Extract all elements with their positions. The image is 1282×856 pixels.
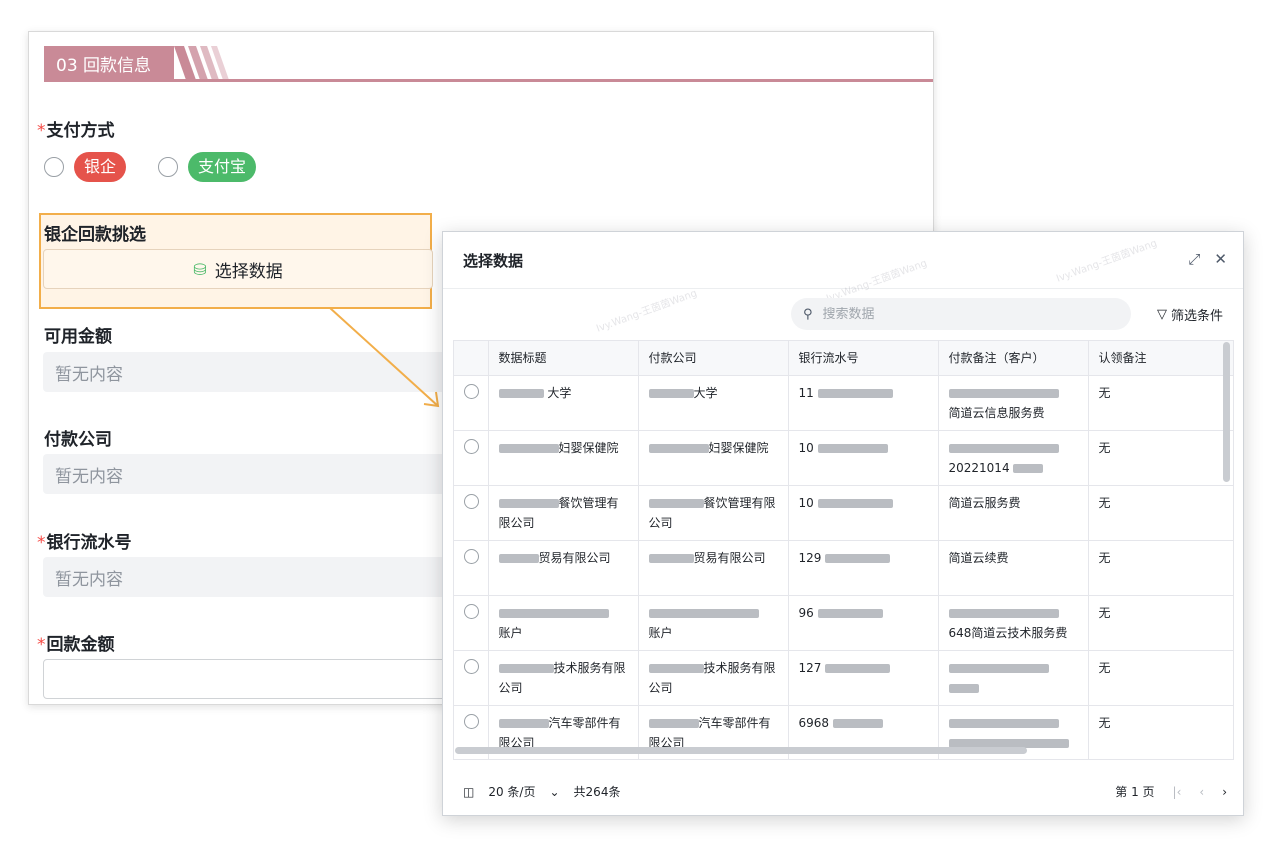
dialog-title: 选择数据 [463,252,524,270]
next-page-icon[interactable]: › [1222,785,1227,799]
cell-title: 妇婴保健院 [488,430,639,486]
cell-company: 妇婴保健院 [638,430,789,486]
cell-remark: 648简道云技术服务费 [938,595,1089,651]
radio-button[interactable] [44,157,64,177]
cell-claim: 无 [1088,430,1233,486]
chevron-down-icon[interactable]: ⌄ [549,785,559,799]
row-radio[interactable] [464,658,479,674]
payer-company-label: 付款公司 [44,430,112,450]
payment-option-bank[interactable]: 银企 [44,152,127,182]
payment-option-alipay[interactable]: 支付宝 [158,152,257,182]
select-data-dialog: 选择数据 ⤢ ✕ Ivy.Wang-王茵茵Wang Ivy.Wang-王茵茵Wa… [442,231,1244,816]
section-divider [44,79,933,82]
cell-title: 技术服务有限公司 [488,650,639,706]
search-icon: ⚲ [803,306,813,322]
bank-pick-label: 银企回款挑选 [44,225,146,245]
header-claim: 认领备注 [1088,341,1233,376]
payment-method-label: *支付方式 [37,121,115,141]
table-row[interactable]: 大学 大学 11 简道云信息服务费 无 [454,375,1233,431]
total-count: 共264条 [573,785,621,799]
current-page: 第 1 页 [1115,785,1155,799]
section-header: 03 回款信息 [44,46,933,84]
payment-pill-alipay: 支付宝 [188,152,257,182]
available-amount-field: 暂无内容 [43,352,463,392]
payment-pill-bank: 银企 [74,152,127,182]
cell-claim: 无 [1088,540,1233,596]
section-stripes [174,46,229,80]
cell-title: 贸易有限公司 [488,540,639,596]
row-radio[interactable] [464,493,479,509]
watermark: Ivy.Wang-王茵茵Wang [595,288,699,335]
row-radio[interactable] [464,548,479,564]
cell-serial: 129 [788,540,939,596]
data-table: 数据标题 付款公司 银行流水号 付款备注（客户） 认领备注 大学 大学 11 简… [453,340,1234,760]
radio-button[interactable] [158,157,179,177]
cell-title: 大学 [488,375,639,431]
cell-claim: 无 [1088,705,1233,759]
bank-serial-label: *银行流水号 [37,533,132,553]
row-radio[interactable] [464,438,479,454]
table-header-row: 数据标题 付款公司 银行流水号 付款备注（客户） 认领备注 [454,341,1233,376]
header-remark: 付款备注（客户） [938,341,1089,376]
cell-serial: 127 [788,650,939,706]
vertical-scrollbar[interactable] [1223,342,1230,482]
dialog-divider [443,288,1243,289]
cell-serial: 10 [788,430,939,486]
cell-claim: 无 [1088,595,1233,651]
cell-company: 餐饮管理有限公司 [638,485,789,541]
search-box: ⚲ [791,298,1131,330]
header-title: 数据标题 [488,341,639,376]
page-info-icon[interactable]: ◫ [463,785,474,799]
cell-remark [938,650,1089,706]
cell-claim: 无 [1088,485,1233,541]
section-title: 03 回款信息 [44,46,174,80]
cell-company: 大学 [638,375,789,431]
cell-remark: 简道云服务费 [938,485,1089,541]
available-amount-label: 可用金额 [44,327,112,347]
row-radio[interactable] [464,383,479,399]
cell-title: 账户 [488,595,639,651]
filter-icon: ▽ [1157,307,1167,322]
select-data-icon: ⛁ [193,259,207,279]
cell-company: 技术服务有限公司 [638,650,789,706]
payment-method-radios: 银企 支付宝 [44,152,288,182]
refund-amount-input[interactable] [43,659,463,699]
cell-serial: 10 [788,485,939,541]
header-serial: 银行流水号 [788,341,939,376]
first-page-icon[interactable]: |‹ [1173,785,1182,799]
bank-serial-field: 暂无内容 [43,557,463,597]
prev-page-icon[interactable]: ‹ [1199,785,1204,799]
row-radio[interactable] [464,603,479,619]
cell-title: 餐饮管理有限公司 [488,485,639,541]
cell-company: 账户 [638,595,789,651]
select-data-button[interactable]: ⛁ 选择数据 [43,249,433,289]
pagination-bar: ◫ 20 条/页 ⌄ 共264条 第 1 页 |‹ ‹ › [443,779,1243,803]
payer-company-field: 暂无内容 [43,454,463,494]
table-row[interactable]: 贸易有限公司 贸易有限公司 129 简道云续费 无 [454,540,1233,596]
table-row[interactable]: 技术服务有限公司 技术服务有限公司 127 无 [454,650,1233,706]
horizontal-scrollbar[interactable] [455,747,1027,754]
row-radio[interactable] [464,713,479,729]
cell-remark: 简道云续费 [938,540,1089,596]
header-company: 付款公司 [638,341,789,376]
table-row[interactable]: 餐饮管理有限公司 餐饮管理有限公司 10 简道云服务费 无 [454,485,1233,541]
expand-icon[interactable]: ⤢ [1188,250,1200,268]
refund-amount-label: *回款金额 [37,635,115,655]
cell-claim: 无 [1088,650,1233,706]
cell-claim: 无 [1088,375,1233,431]
header-select [454,341,489,376]
cell-serial: 96 [788,595,939,651]
watermark: Ivy.Wang-王茵茵Wang [1055,238,1159,285]
filter-button[interactable]: ▽ 筛选条件 [1157,305,1223,324]
search-input[interactable] [822,306,1103,322]
table-row[interactable]: 账户 账户 96 648简道云技术服务费 无 [454,595,1233,651]
cell-company: 贸易有限公司 [638,540,789,596]
table-row[interactable]: 妇婴保健院 妇婴保健院 10 20221014 无 [454,430,1233,486]
cell-remark: 简道云信息服务费 [938,375,1089,431]
cell-remark: 20221014 [938,430,1089,486]
cell-serial: 11 [788,375,939,431]
close-icon[interactable]: ✕ [1214,250,1227,268]
page-size-label: 20 条/页 [488,785,536,799]
